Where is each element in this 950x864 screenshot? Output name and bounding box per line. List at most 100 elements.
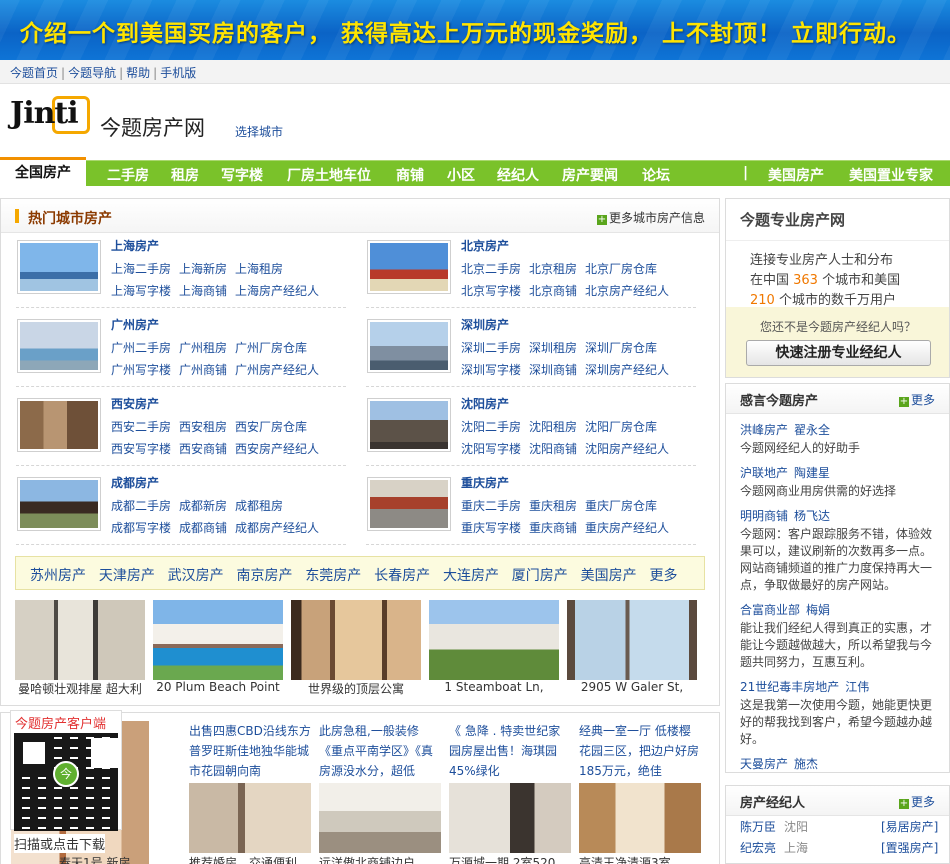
property-caption[interactable]: 世界级的顶层公寓 xyxy=(291,680,421,697)
top-nav-mobile[interactable]: 手机版 xyxy=(160,66,196,80)
listing-text-4[interactable]: 经典一室一厅 低楼樱花园三区，把边户好房185万元，绝佳 xyxy=(579,721,701,785)
nav-rent[interactable]: 租房 xyxy=(171,165,199,185)
city-link[interactable]: 广州厂房仓库 xyxy=(235,341,307,355)
property-caption[interactable]: 20 Plum Beach Point xyxy=(153,680,283,694)
nav-office[interactable]: 写字楼 xyxy=(221,165,263,185)
city-link[interactable]: 西安商铺 xyxy=(179,442,227,456)
author-name[interactable]: 梅娟 xyxy=(806,603,830,617)
strip-city-link[interactable]: 厦门房产 xyxy=(512,568,568,584)
strip-city-link[interactable]: 武汉房产 xyxy=(168,568,224,584)
city-name-link[interactable]: 深圳房产 xyxy=(461,316,509,333)
agent-row[interactable]: 纪宏亮 上海 [置强房产] xyxy=(740,839,938,856)
agent-name[interactable]: 纪宏亮 xyxy=(740,841,776,855)
author-company[interactable]: 21世纪毒丰房地产 xyxy=(740,680,839,694)
nav-us-expert[interactable]: 美国置业专家 xyxy=(849,165,933,185)
listing-text-1[interactable]: 出售四惠CBD沿线东方普罗旺斯佳地独华能城市花园朝向南 xyxy=(189,721,311,785)
testimonial-author[interactable]: 天曼房产 施杰 xyxy=(740,756,935,772)
nav-tab-national[interactable]: 全国房产 xyxy=(0,157,86,187)
testimonial-author[interactable]: 明明商铺 杨飞达 xyxy=(740,508,935,525)
city-link[interactable]: 北京房产经纪人 xyxy=(585,284,669,298)
city-link[interactable]: 北京租房 xyxy=(529,262,577,276)
city-photo[interactable] xyxy=(367,398,451,452)
city-name-link[interactable]: 西安房产 xyxy=(111,395,159,412)
testimonial-author[interactable]: 合富商业部 梅娟 xyxy=(740,602,935,619)
author-name[interactable]: 杨飞达 xyxy=(794,509,830,523)
nav-forum[interactable]: 论坛 xyxy=(642,165,670,185)
strip-city-link[interactable]: 天津房产 xyxy=(99,568,155,584)
nav-factory-land[interactable]: 厂房土地车位 xyxy=(287,165,371,185)
property-card[interactable]: 20 Plum Beach Point xyxy=(153,600,283,694)
author-name[interactable]: 陶建星 xyxy=(794,466,830,480)
city-link[interactable]: 广州商铺 xyxy=(179,363,227,377)
strip-city-link[interactable]: 南京房产 xyxy=(236,568,292,584)
listing-photo[interactable] xyxy=(189,783,311,853)
testimonial-author[interactable]: 21世纪毒丰房地产 江伟 xyxy=(740,679,935,696)
listing-caption[interactable]: 远洋傲北商铺边户 xyxy=(319,854,415,864)
city-link[interactable]: 深圳厂房仓库 xyxy=(585,341,657,355)
nav-secondhand[interactable]: 二手房 xyxy=(107,165,149,185)
city-photo[interactable] xyxy=(17,398,101,452)
agent-name[interactable]: 陈万臣 xyxy=(740,820,776,834)
city-link[interactable]: 重庆厂房仓库 xyxy=(585,499,657,513)
city-link[interactable]: 深圳租房 xyxy=(529,341,577,355)
strip-more-link[interactable]: 更多 xyxy=(649,568,677,584)
property-caption[interactable]: 2905 W Galer St, xyxy=(567,680,697,694)
city-link[interactable]: 重庆房产经纪人 xyxy=(585,521,669,535)
testimonial-author[interactable]: 沪联地产 陶建星 xyxy=(740,465,935,482)
author-company[interactable]: 天曼房产 xyxy=(740,757,788,771)
property-photo[interactable] xyxy=(15,600,145,680)
register-agent-button[interactable]: 快速注册专业经纪人 xyxy=(746,340,931,366)
nav-shops[interactable]: 商铺 xyxy=(396,165,424,185)
top-nav-help[interactable]: 帮助 xyxy=(126,66,150,80)
city-link[interactable]: 上海租房 xyxy=(235,262,283,276)
top-nav-home[interactable]: 今题首页 xyxy=(10,66,58,80)
city-link[interactable]: 上海写字楼 xyxy=(111,284,171,298)
testimonial-author[interactable]: 洪峰房产 翟永全 xyxy=(740,422,935,439)
city-name-link[interactable]: 广州房产 xyxy=(111,316,159,333)
city-link[interactable]: 西安写字楼 xyxy=(111,442,171,456)
agent-company[interactable]: [易居房产] xyxy=(881,818,938,835)
city-link[interactable]: 北京厂房仓库 xyxy=(585,262,657,276)
city-photo[interactable] xyxy=(367,477,451,531)
property-photo[interactable] xyxy=(429,600,559,680)
author-name[interactable]: 施杰 xyxy=(794,757,818,771)
city-name-link[interactable]: 成都房产 xyxy=(111,474,159,491)
city-link[interactable]: 深圳商铺 xyxy=(529,363,577,377)
nav-news[interactable]: 房产要闻 xyxy=(562,165,618,185)
property-photo[interactable] xyxy=(153,600,283,680)
city-link[interactable]: 西安房产经纪人 xyxy=(235,442,319,456)
strip-city-link[interactable]: 东莞房产 xyxy=(305,568,361,584)
city-link[interactable]: 沈阳厂房仓库 xyxy=(585,420,657,434)
city-link[interactable]: 深圳房产经纪人 xyxy=(585,363,669,377)
city-photo[interactable] xyxy=(367,240,451,294)
more-cities-link[interactable]: + 更多城市房产信息 xyxy=(596,209,705,226)
city-photo[interactable] xyxy=(367,319,451,373)
city-link[interactable]: 沈阳租房 xyxy=(529,420,577,434)
agent-row[interactable]: 陈万臣 沈阳 [易居房产] xyxy=(740,818,938,835)
city-link[interactable]: 成都二手房 xyxy=(111,499,171,513)
city-link[interactable]: 重庆商铺 xyxy=(529,521,577,535)
city-photo[interactable] xyxy=(17,240,101,294)
top-nav-directory[interactable]: 今题导航 xyxy=(68,66,116,80)
testimonials-more-link[interactable]: + 更多 xyxy=(898,391,935,408)
listing-photo[interactable] xyxy=(579,783,701,853)
city-link[interactable]: 重庆写字楼 xyxy=(461,521,521,535)
agents-more-link[interactable]: + 更多 xyxy=(898,793,935,810)
city-link[interactable]: 成都商铺 xyxy=(179,521,227,535)
city-link[interactable]: 西安租房 xyxy=(179,420,227,434)
property-caption[interactable]: 1 Steamboat Ln, xyxy=(429,680,559,694)
property-card[interactable]: 1 Steamboat Ln, xyxy=(429,600,559,694)
listing-photo[interactable] xyxy=(449,783,571,853)
strip-city-link[interactable]: 大连房产 xyxy=(443,568,499,584)
city-link[interactable]: 重庆二手房 xyxy=(461,499,521,513)
city-link[interactable]: 北京二手房 xyxy=(461,262,521,276)
property-caption[interactable]: 曼哈顿壮观排屋 超大利 xyxy=(15,680,145,697)
qr-caption[interactable]: 扫描或点击下载 xyxy=(14,834,106,853)
nav-agents[interactable]: 经纪人 xyxy=(497,165,539,185)
author-company[interactable]: 合富商业部 xyxy=(740,603,800,617)
author-company[interactable]: 洪峰房产 xyxy=(740,423,788,437)
city-link[interactable]: 深圳写字楼 xyxy=(461,363,521,377)
property-card[interactable]: 2905 W Galer St, xyxy=(567,600,697,694)
city-link[interactable]: 沈阳写字楼 xyxy=(461,442,521,456)
strip-city-link[interactable]: 长春房产 xyxy=(374,568,430,584)
